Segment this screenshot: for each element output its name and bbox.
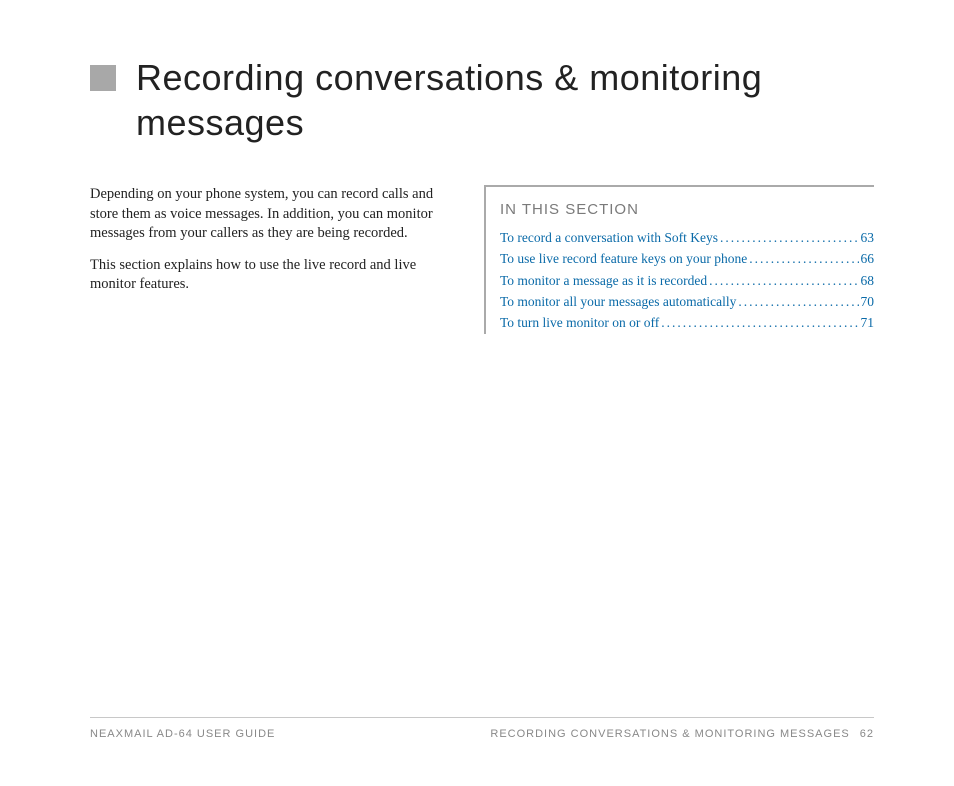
section-toc: To record a conversation with Soft Keys … (500, 228, 874, 333)
content-columns: Depending on your phone system, you can … (90, 185, 874, 334)
toc-leader-dots (709, 271, 858, 291)
footer-left: NEAXMAIL AD-64 USER GUIDE (90, 728, 275, 740)
intro-column: Depending on your phone system, you can … (90, 185, 484, 334)
toc-page: 70 (861, 292, 875, 312)
toc-label: To record a conversation with Soft Keys (500, 228, 718, 248)
page: Recording conversations & monitoring mes… (0, 0, 954, 786)
title-row: Recording conversations & monitoring mes… (90, 55, 874, 145)
footer-right: RECORDING CONVERSATIONS & MONITORING MES… (490, 728, 874, 740)
intro-paragraph-2: This section explains how to use the liv… (90, 256, 464, 295)
toc-link[interactable]: To use live record feature keys on your … (500, 249, 874, 269)
toc-leader-dots (720, 228, 859, 248)
footer-page-number: 62 (860, 728, 874, 740)
page-footer: NEAXMAIL AD-64 USER GUIDE RECORDING CONV… (90, 717, 874, 740)
toc-link[interactable]: To monitor a message as it is recorded 6… (500, 271, 874, 291)
toc-link[interactable]: To record a conversation with Soft Keys … (500, 228, 874, 248)
chapter-bullet-icon (90, 65, 116, 91)
toc-link[interactable]: To turn live monitor on or off 71 (500, 313, 874, 333)
toc-page: 66 (861, 249, 875, 269)
toc-link[interactable]: To monitor all your messages automatical… (500, 292, 874, 312)
toc-label: To use live record feature keys on your … (500, 249, 747, 269)
toc-page: 68 (861, 271, 875, 291)
intro-paragraph-1: Depending on your phone system, you can … (90, 185, 464, 244)
section-heading: IN THIS SECTION (500, 201, 874, 218)
toc-label: To turn live monitor on or off (500, 313, 659, 333)
chapter-title: Recording conversations & monitoring mes… (136, 55, 874, 145)
toc-leader-dots (738, 292, 858, 312)
toc-leader-dots (749, 249, 858, 269)
toc-label: To monitor all your messages automatical… (500, 292, 736, 312)
toc-label: To monitor a message as it is recorded (500, 271, 707, 291)
toc-page: 63 (861, 228, 875, 248)
footer-section-title: RECORDING CONVERSATIONS & MONITORING MES… (490, 728, 849, 740)
toc-leader-dots (661, 313, 858, 333)
toc-page: 71 (861, 313, 875, 333)
in-this-section-box: IN THIS SECTION To record a conversation… (484, 185, 874, 334)
